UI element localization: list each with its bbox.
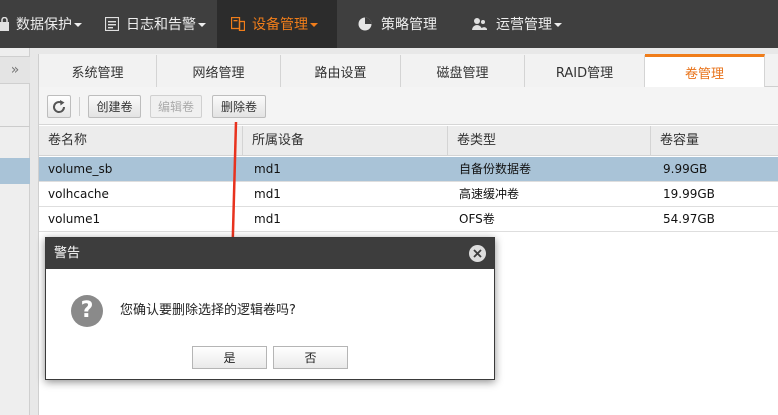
tab-label: 磁盘管理	[436, 65, 489, 81]
close-button[interactable]	[469, 245, 486, 262]
column-header-label: 卷类型	[457, 133, 497, 148]
edit-volume-button[interactable]: 编辑卷	[150, 95, 202, 118]
close-icon	[473, 249, 482, 258]
table-row[interactable]: volume_sb md1 自备份数据卷 9.99GB	[39, 157, 778, 182]
tab-label: RAID管理	[555, 65, 614, 81]
nav-logs-alerts[interactable]: 日志和告警	[96, 0, 217, 48]
tab-raid-management[interactable]: RAID管理	[525, 55, 645, 87]
edit-volume-label: 编辑卷	[157, 100, 194, 114]
tab-label: 卷管理	[684, 66, 724, 82]
column-header-label: 卷容量	[660, 133, 700, 148]
column-header-volume-size[interactable]: 卷容量	[651, 126, 778, 156]
tab-label: 网络管理	[192, 65, 245, 81]
nav-policy-management-label: 策略管理	[381, 17, 437, 33]
cell-volume-name: volhcache	[48, 187, 109, 201]
cell-volume-type: 高速缓冲卷	[459, 187, 520, 201]
table-row[interactable]: volhcache md1 高速缓冲卷 19.99GB	[39, 182, 778, 207]
column-header-device[interactable]: 所属设备	[243, 126, 448, 156]
nav-logs-alerts-label: 日志和告警	[126, 17, 196, 33]
nav-policy-management[interactable]: 策略管理	[337, 0, 452, 48]
nav-device-management-label: 设备管理	[252, 17, 308, 33]
column-header-volume-name[interactable]: 卷名称	[39, 126, 243, 156]
chevron-down-icon	[74, 23, 82, 27]
cell-volume-type: 自备份数据卷	[459, 162, 532, 176]
refresh-button[interactable]	[47, 95, 71, 118]
confirm-yes-label: 是	[223, 351, 236, 365]
warning-dialog: 警告 ? 您确认要删除选择的逻辑卷吗? 是 否	[45, 237, 495, 380]
dialog-message: 您确认要删除选择的逻辑卷吗?	[120, 303, 296, 318]
nav-operations-management-label: 运营管理	[496, 17, 552, 33]
dialog-header: 警告	[46, 238, 494, 269]
cell-volume-size: 9.99GB	[663, 162, 708, 176]
expand-panel-button[interactable]: »	[0, 56, 30, 84]
tab-system-management[interactable]: 系统管理	[39, 55, 157, 87]
cell-device: md1	[254, 212, 281, 226]
create-volume-label: 创建卷	[96, 100, 133, 114]
left-panel: »	[0, 48, 30, 415]
tab-network-management[interactable]: 网络管理	[157, 55, 281, 87]
cell-volume-type: OFS卷	[459, 212, 495, 226]
nav-data-protection[interactable]: 数据保护	[0, 0, 94, 48]
confirm-no-label: 否	[304, 351, 317, 365]
delete-volume-label: 删除卷	[220, 100, 257, 114]
tab-bar: 系统管理 网络管理 路由设置 磁盘管理 RAID管理 卷管理	[39, 54, 778, 87]
chevron-down-icon	[554, 23, 562, 27]
tab-volume-management[interactable]: 卷管理	[645, 54, 765, 87]
tab-label: 路由设置	[314, 65, 367, 81]
nav-data-protection-label: 数据保护	[16, 17, 72, 33]
refresh-icon	[51, 99, 67, 115]
top-navigation: 数据保护 日志和告警 设备管理 策略管理 运营管理	[0, 0, 778, 48]
create-volume-button[interactable]: 创建卷	[88, 95, 141, 118]
cell-device: md1	[254, 187, 281, 201]
cell-volume-size: 54.97GB	[663, 212, 715, 226]
selected-row-strip	[0, 158, 30, 184]
cell-volume-size: 19.99GB	[663, 187, 715, 201]
cell-device: md1	[254, 162, 281, 176]
column-header-label: 所属设备	[252, 133, 305, 148]
chevron-down-icon	[198, 23, 206, 27]
question-icon: ?	[71, 295, 103, 327]
toolbar: 创建卷 编辑卷 删除卷	[39, 87, 778, 125]
nav-operations-management[interactable]: 运营管理	[452, 0, 578, 48]
log-icon	[104, 16, 120, 32]
delete-volume-button[interactable]: 删除卷	[212, 95, 266, 118]
tab-routing-settings[interactable]: 路由设置	[281, 55, 401, 87]
cell-volume-name: volume1	[48, 212, 101, 226]
pie-chart-icon	[358, 17, 372, 31]
nav-device-management[interactable]: 设备管理	[217, 0, 337, 48]
divider	[0, 126, 30, 127]
tab-disk-management[interactable]: 磁盘管理	[401, 55, 525, 87]
lock-icon	[0, 16, 9, 31]
double-chevron-right-icon: »	[10, 62, 20, 78]
tab-label: 系统管理	[71, 65, 124, 81]
dialog-title: 警告	[54, 246, 81, 261]
column-header-volume-type[interactable]: 卷类型	[448, 126, 651, 156]
table-header: 卷名称 所属设备 卷类型 卷容量	[39, 126, 778, 156]
confirm-no-button[interactable]: 否	[273, 346, 348, 369]
users-icon	[472, 17, 487, 31]
device-icon	[230, 16, 246, 32]
column-header-label: 卷名称	[48, 133, 88, 148]
toolbar-divider	[79, 97, 80, 116]
table-row[interactable]: volume1 md1 OFS卷 54.97GB	[39, 207, 778, 232]
confirm-yes-button[interactable]: 是	[192, 346, 267, 369]
cell-volume-name: volume_sb	[48, 162, 113, 176]
chevron-down-icon	[310, 23, 318, 27]
